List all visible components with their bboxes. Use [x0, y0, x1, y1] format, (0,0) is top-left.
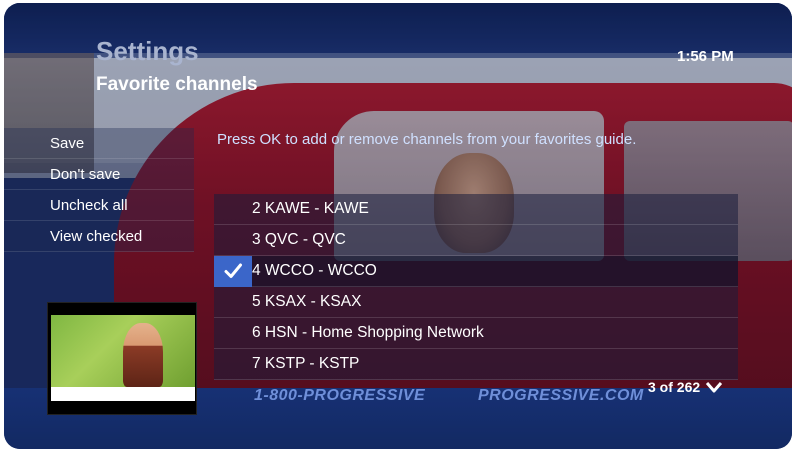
instruction-text: Press OK to add or remove channels from …: [217, 131, 637, 148]
uncheck-all-button[interactable]: Uncheck all: [4, 190, 194, 221]
channel-label: 6 HSN - Home Shopping Network: [252, 324, 484, 341]
pager-text: 3 of 262: [648, 379, 701, 395]
dont-save-button[interactable]: Don't save: [4, 159, 194, 190]
chevron-down-icon[interactable]: [706, 381, 723, 393]
checkmark-icon: [214, 255, 252, 287]
channel-row[interactable]: 2 KAWE - KAWE: [214, 194, 738, 225]
channel-row[interactable]: 6 HSN - Home Shopping Network: [214, 318, 738, 349]
action-menu: Save Don't save Uncheck all View checked: [4, 128, 194, 252]
checkbox: [214, 225, 252, 256]
ad-site-text: PROGRESSIVE.COM: [478, 387, 644, 404]
clock: 1:56 PM: [677, 48, 734, 65]
channel-label: 5 KSAX - KSAX: [252, 293, 362, 310]
ad-phone-text: 1-800-PROGRESSIVE: [254, 387, 426, 404]
channel-row[interactable]: 5 KSAX - KSAX: [214, 287, 738, 318]
channel-label: 7 KSTP - KSTP: [252, 355, 360, 372]
channel-label: 3 QVC - QVC: [252, 231, 346, 248]
checkbox: [214, 287, 252, 318]
checkbox: [214, 318, 252, 349]
view-checked-button[interactable]: View checked: [4, 221, 194, 252]
channel-label: 2 KAWE - KAWE: [252, 200, 369, 217]
live-tv-preview[interactable]: [47, 302, 197, 415]
tv-screen: 1-800-PROGRESSIVE PROGRESSIVE.COM Settin…: [4, 3, 792, 449]
channel-label: 4 WCCO - WCCO: [252, 262, 377, 279]
checkbox: [214, 349, 252, 380]
page-subtitle: Favorite channels: [96, 74, 258, 95]
save-button[interactable]: Save: [4, 128, 194, 159]
channel-list: 2 KAWE - KAWE 3 QVC - QVC 4 WCCO - WCCO …: [214, 194, 738, 380]
checkbox: [214, 194, 252, 225]
pager: 3 of 262: [648, 379, 723, 395]
channel-row[interactable]: 7 KSTP - KSTP: [214, 349, 738, 380]
page-title: Settings: [96, 36, 199, 66]
channel-row[interactable]: 3 QVC - QVC: [214, 225, 738, 256]
channel-row-selected[interactable]: 4 WCCO - WCCO: [214, 255, 738, 287]
